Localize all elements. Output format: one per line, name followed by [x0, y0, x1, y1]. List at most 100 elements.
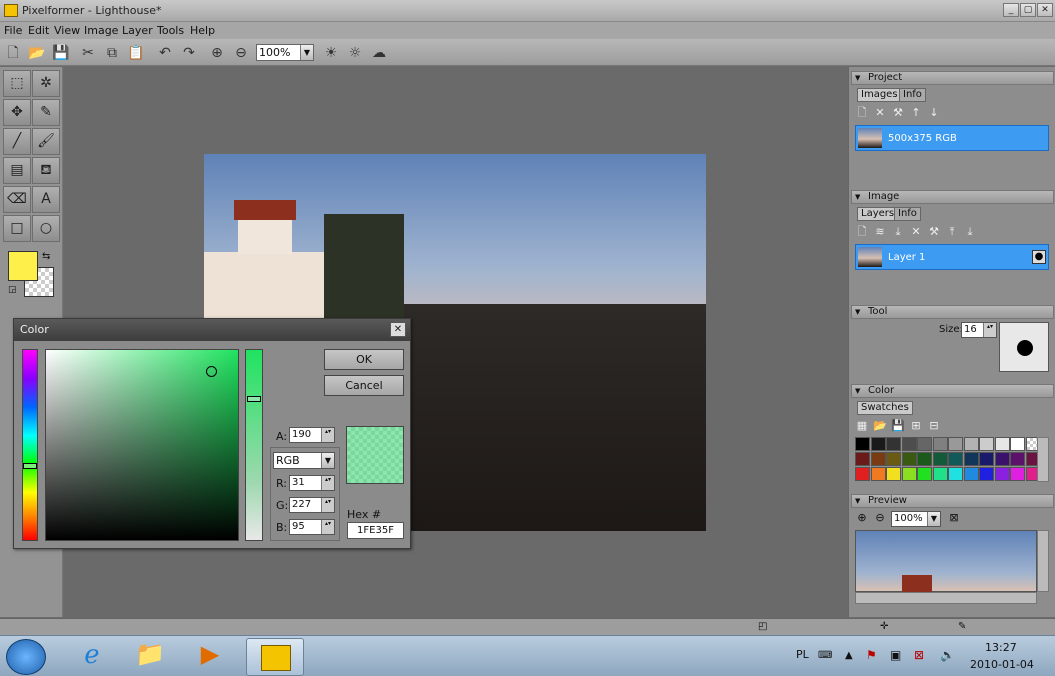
reset-colors-icon[interactable]: ◲	[8, 285, 17, 295]
zoom-select[interactable]: 100% ▼	[256, 44, 314, 61]
swatch[interactable]	[932, 467, 948, 481]
media-player-icon[interactable]: ▶	[188, 640, 232, 674]
layer-down-icon[interactable]: ⤓	[963, 225, 977, 239]
paste-icon[interactable]: 📋	[126, 43, 146, 63]
preview-hscroll[interactable]	[855, 592, 1037, 604]
grid-icon[interactable]: ▦	[855, 419, 869, 433]
line-tool-icon[interactable]: ╱	[3, 128, 31, 155]
network-icon[interactable]: ⊠	[914, 648, 924, 662]
language-indicator[interactable]: PL	[796, 648, 809, 661]
taskbar-pixelformer-button[interactable]	[246, 638, 304, 676]
tab-project-info[interactable]: Info	[899, 88, 926, 102]
dialog-close-button[interactable]: ✕	[390, 322, 406, 337]
swatch[interactable]	[886, 452, 901, 466]
flag-icon[interactable]: ⚑	[866, 648, 877, 662]
menu-tools[interactable]: Tools	[157, 24, 184, 37]
properties-icon[interactable]: ⚒	[891, 106, 905, 120]
undo-icon[interactable]: ↶	[155, 43, 175, 63]
clock-time[interactable]: 13:27	[985, 641, 1017, 654]
layer-visibility-icon[interactable]: ●	[1032, 250, 1046, 264]
swatch[interactable]	[994, 467, 1010, 481]
delete-layer-icon[interactable]: ✕	[909, 225, 923, 239]
cut-icon[interactable]: ✂	[78, 43, 98, 63]
swatch[interactable]	[870, 467, 886, 481]
layer-properties-icon[interactable]: ⚒	[927, 225, 941, 239]
zoom-in-icon[interactable]: ⊕	[855, 511, 869, 525]
swatch[interactable]	[870, 437, 886, 451]
swatch-scrollbar[interactable]	[1037, 437, 1049, 482]
new-layer-icon[interactable]: 🗋	[855, 225, 869, 239]
tab-swatches[interactable]: Swatches	[857, 401, 913, 415]
image-list-item[interactable]: 500x375 RGB	[855, 125, 1049, 151]
swatch[interactable]	[948, 437, 963, 451]
alpha-field[interactable]: 190	[289, 427, 335, 443]
remove-swatch-icon[interactable]: ⊟	[927, 419, 941, 433]
delete-icon[interactable]: ✕	[873, 106, 887, 120]
swatch[interactable]	[917, 437, 932, 451]
hue-slider[interactable]	[22, 349, 38, 541]
swatch-grid[interactable]	[855, 437, 1047, 482]
swatch[interactable]	[963, 452, 979, 466]
preview-image[interactable]	[855, 530, 1037, 593]
zoom-in-icon[interactable]: ⊕	[207, 43, 227, 63]
tab-images[interactable]: Images	[857, 88, 902, 102]
preview-zoom-select[interactable]: 100% ▼	[891, 511, 941, 527]
color-mode-select[interactable]: RGB ▼	[273, 452, 335, 469]
ellipse-tool-icon[interactable]: ○	[32, 215, 60, 242]
save-icon[interactable]: 💾	[51, 43, 71, 63]
save-swatches-icon[interactable]: 💾	[891, 419, 905, 433]
swatch[interactable]	[855, 452, 870, 466]
new-icon[interactable]: 🗋	[3, 43, 23, 63]
minimize-button[interactable]: _	[1003, 3, 1019, 17]
chevron-down-icon[interactable]: ▼	[300, 45, 313, 60]
ok-button[interactable]: OK	[324, 349, 404, 370]
swatch[interactable]	[901, 467, 917, 481]
alpha-slider[interactable]	[245, 349, 263, 541]
chevron-down-icon[interactable]: ▼	[321, 453, 334, 468]
chevron-down-icon[interactable]: ▼	[927, 512, 940, 526]
swatch[interactable]	[979, 467, 994, 481]
swatch[interactable]	[963, 437, 979, 451]
device-icon[interactable]: ▣	[890, 648, 901, 662]
swatch[interactable]	[932, 452, 948, 466]
move-down-icon[interactable]: ↓	[927, 106, 941, 120]
panel-header-preview[interactable]: Preview	[851, 494, 1054, 508]
menu-file[interactable]: File	[4, 24, 22, 37]
text-tool-icon[interactable]: A	[32, 186, 60, 213]
hex-field[interactable]: 1FE35F	[347, 522, 404, 539]
zoom-out-icon[interactable]: ⊖	[231, 43, 251, 63]
green-field[interactable]: 227	[289, 497, 335, 513]
alpha-handle[interactable]	[247, 396, 261, 402]
fill-bucket-icon[interactable]: ⛾	[32, 157, 60, 184]
layers-icon[interactable]: ≋	[873, 225, 887, 239]
layer-up-icon[interactable]: ⤒	[945, 225, 959, 239]
internet-explorer-icon[interactable]: ℯ	[70, 640, 114, 674]
pencil-icon[interactable]: ✎	[32, 99, 60, 126]
hue-handle[interactable]	[23, 463, 37, 469]
layer-list-item[interactable]: Layer 1 ●	[855, 244, 1049, 270]
swatch[interactable]	[901, 437, 917, 451]
menu-help[interactable]: Help	[190, 24, 215, 37]
merge-icon[interactable]: ⤓	[891, 225, 905, 239]
rectangle-tool-icon[interactable]: □	[3, 215, 31, 242]
zoom-out-icon[interactable]: ⊖	[873, 511, 887, 525]
explorer-icon[interactable]: 📁	[128, 640, 172, 674]
swatch[interactable]	[994, 437, 1010, 451]
swatch[interactable]	[901, 452, 917, 466]
swap-colors-icon[interactable]: ⇆	[42, 251, 50, 262]
menu-image[interactable]: Image	[84, 24, 118, 37]
open-icon[interactable]: 📂	[27, 43, 47, 63]
menu-view[interactable]: View	[54, 24, 80, 37]
gradient-icon[interactable]: ▤	[3, 157, 31, 184]
close-button[interactable]: ✕	[1037, 3, 1053, 17]
swatch[interactable]	[917, 452, 932, 466]
panel-header-tool[interactable]: Tool	[851, 305, 1054, 319]
swatch[interactable]	[886, 437, 901, 451]
clock-date[interactable]: 2010-01-04	[970, 658, 1034, 671]
copy-icon[interactable]: ⧉	[102, 43, 122, 63]
red-field[interactable]: 31	[289, 475, 335, 491]
panel-header-color[interactable]: Color	[851, 384, 1054, 398]
swatch[interactable]	[979, 437, 994, 451]
marquee-select-tool-icon[interactable]: ⬚	[3, 70, 31, 97]
swatch[interactable]	[855, 437, 870, 451]
